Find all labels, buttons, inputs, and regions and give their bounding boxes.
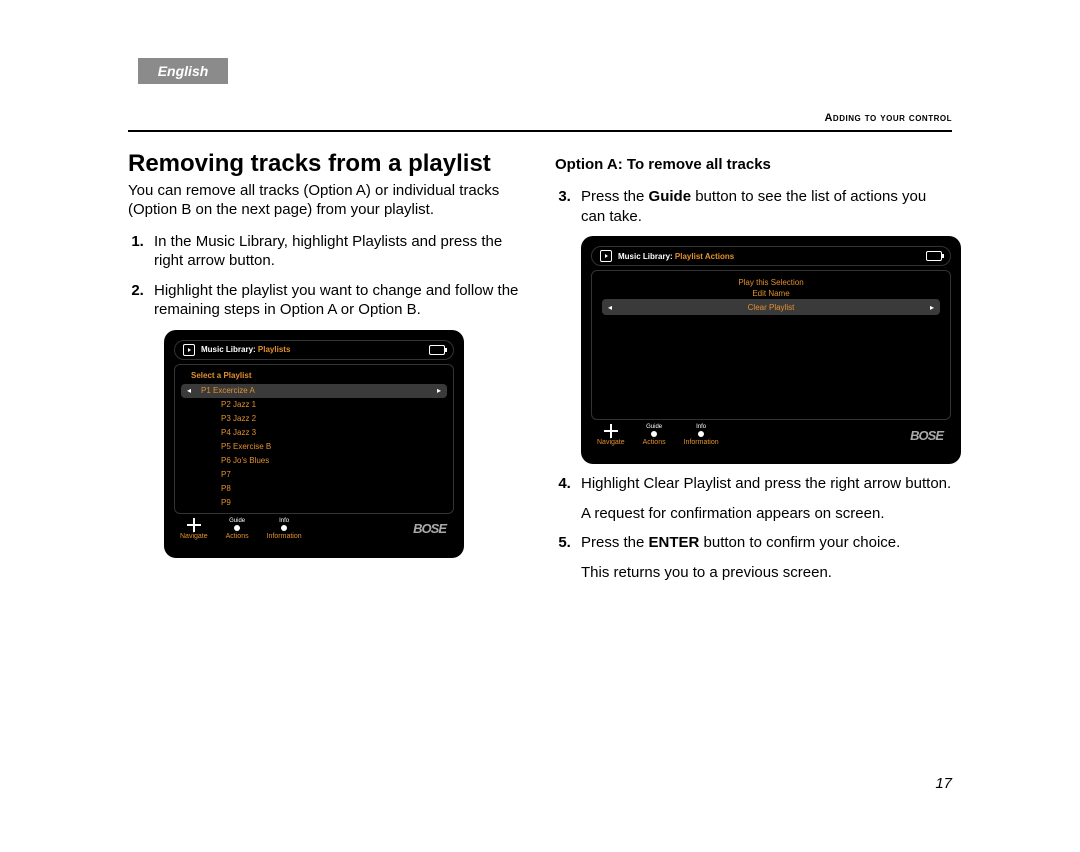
tv-breadcrumb: Music Library: Playlist Actions <box>618 252 734 261</box>
manual-page: English Adding to your control Removing … <box>0 0 1080 852</box>
tv-list-item-selected: ◂ P1 Excercize A ▸ <box>181 384 447 398</box>
content-columns: Removing tracks from a playlist You can … <box>128 150 952 592</box>
crumb-leaf: Playlist Actions <box>675 252 734 261</box>
tv-list-item: P7 <box>181 468 447 482</box>
footer-navigate: Navigate <box>597 424 625 447</box>
battery-icon <box>926 251 942 261</box>
chevron-right-icon: ▸ <box>930 303 934 312</box>
tv-list-item: P4 Jazz 3 <box>181 426 447 440</box>
tv-list-item: P2 Jazz 1 <box>181 398 447 412</box>
intro-paragraph: You can remove all tracks (Option A) or … <box>128 182 525 220</box>
tv-actions-list: Play this Selection Edit Name ◂ Clear Pl… <box>591 270 951 420</box>
step-5: Press the ENTER button to confirm your c… <box>575 533 952 553</box>
crumb-root: Music Library: <box>618 252 673 261</box>
option-a-title: Option A: To remove all tracks <box>555 156 952 173</box>
tv-footer: Navigate Guide Actions Info Information … <box>591 420 951 447</box>
language-label: English <box>158 63 209 79</box>
chevron-left-icon: ◂ <box>608 303 612 312</box>
footer-navigate: Navigate <box>180 518 208 541</box>
step-3: Press the Guide button to see the list o… <box>575 187 952 226</box>
horizontal-rule <box>128 130 952 132</box>
language-tab: English <box>138 58 228 84</box>
crumb-root: Music Library: <box>201 345 256 354</box>
section-header: Adding to your control <box>824 112 952 124</box>
tv-screenshot-playlists: Music Library: Playlists Select a Playli… <box>164 330 464 558</box>
footer-guide: Guide Actions <box>643 424 666 446</box>
tv-screenshot-actions: Music Library: Playlist Actions Play thi… <box>581 236 961 464</box>
step-5-note: This returns you to a previous screen. <box>581 563 952 583</box>
footer-guide: Guide Actions <box>226 518 249 540</box>
chevron-right-icon: ▸ <box>431 386 441 395</box>
tv-playlist-list: Select a Playlist ◂ P1 Excercize A ▸ P2 … <box>174 364 454 514</box>
tv-list-item: P3 Jazz 2 <box>181 412 447 426</box>
tv-action-item-selected: ◂ Clear Playlist ▸ <box>602 299 940 315</box>
step-4: Highlight Clear Playlist and press the r… <box>575 474 952 494</box>
dot-icon <box>281 525 287 531</box>
tv-header: Music Library: Playlists <box>174 340 454 360</box>
dpad-icon <box>187 518 201 532</box>
dot-icon <box>234 525 240 531</box>
battery-icon <box>429 345 445 355</box>
left-column: Removing tracks from a playlist You can … <box>128 150 525 592</box>
step-1: In the Music Library, highlight Playlist… <box>148 232 525 271</box>
dpad-icon <box>604 424 618 438</box>
footer-info: Info Information <box>684 424 719 446</box>
tv-footer: Navigate Guide Actions Info Information … <box>174 514 454 541</box>
tv-list-title: Select a Playlist <box>191 371 447 380</box>
step-4-note: A request for confirmation appears on sc… <box>581 504 952 524</box>
tv-list-item: P5 Exercise B <box>181 440 447 454</box>
step-2: Highlight the playlist you want to chang… <box>148 281 525 320</box>
brand-logo: BOSE <box>413 521 448 536</box>
tv-item-label: P1 Excercize A <box>201 386 255 395</box>
play-icon <box>183 344 195 356</box>
crumb-leaf: Playlists <box>258 345 290 354</box>
dot-icon <box>698 431 704 437</box>
tv-breadcrumb: Music Library: Playlists <box>201 345 290 354</box>
tv-action-item: Play this Selection <box>598 277 944 288</box>
dot-icon <box>651 431 657 437</box>
right-column: Option A: To remove all tracks Press the… <box>555 150 952 592</box>
page-number: 17 <box>935 775 952 792</box>
tv-action-item: Edit Name <box>598 288 944 299</box>
steps-list-right-1: Press the Guide button to see the list o… <box>555 187 952 226</box>
page-title: Removing tracks from a playlist <box>128 150 525 178</box>
tv-list-item: P9 <box>181 496 447 510</box>
chevron-left-icon: ◂ <box>187 386 197 395</box>
steps-list-left: In the Music Library, highlight Playlist… <box>128 232 525 320</box>
play-icon <box>600 250 612 262</box>
steps-list-right-3: Press the ENTER button to confirm your c… <box>555 533 952 553</box>
footer-info: Info Information <box>267 518 302 540</box>
brand-logo: BOSE <box>910 428 945 443</box>
tv-list-item: P8 <box>181 482 447 496</box>
tv-header: Music Library: Playlist Actions <box>591 246 951 266</box>
tv-list-item: P6 Jo's Blues <box>181 454 447 468</box>
steps-list-right-2: Highlight Clear Playlist and press the r… <box>555 474 952 494</box>
